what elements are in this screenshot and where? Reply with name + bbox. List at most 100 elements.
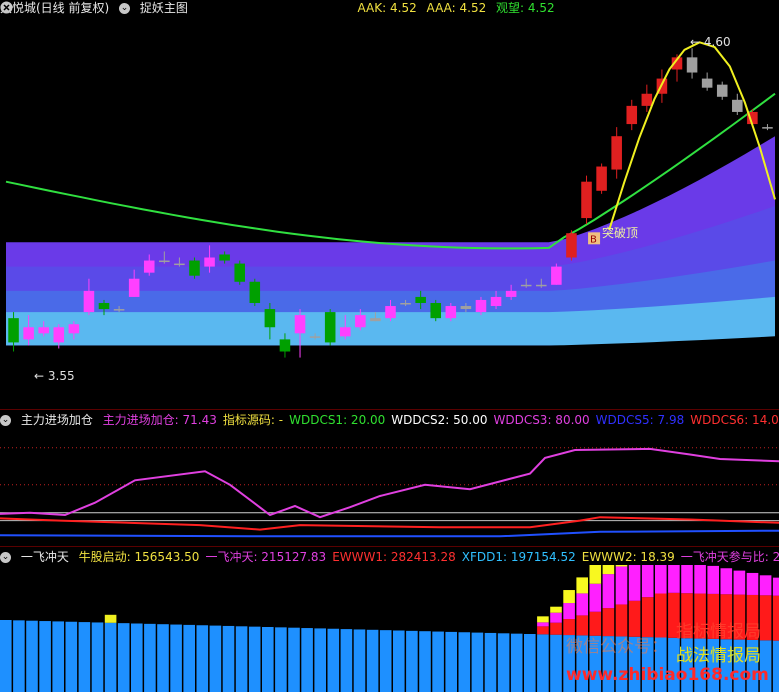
bar-red: [772, 595, 779, 641]
candle-body: [536, 284, 547, 287]
bar-yellow: [550, 606, 562, 613]
candle-body: [219, 254, 230, 261]
candle-body: [143, 260, 155, 273]
panel3-value-1: 一飞冲天: 215127.83: [205, 550, 327, 564]
bar-magenta: [563, 603, 575, 620]
bar-blue: [131, 623, 143, 692]
bar-magenta: [589, 583, 602, 612]
panel3-header: ⌄ 一飞冲天 牛股启动: 156543.50 一飞冲天: 215127.83 EWW…: [0, 549, 779, 565]
candle-body: [611, 136, 622, 170]
close-icon[interactable]: [0, 1, 13, 14]
panel-divider: [0, 546, 779, 547]
candle-body: [68, 324, 80, 334]
bar-blue: [327, 628, 340, 692]
bar-blue: [471, 632, 484, 692]
candle-body: [174, 263, 185, 266]
candle-body: [460, 306, 472, 310]
bar-blue: [484, 632, 497, 692]
candle-body: [566, 233, 577, 258]
signal-mark: B: [590, 234, 597, 245]
candle-body: [430, 302, 442, 319]
bar-magenta: [641, 565, 654, 598]
bar-magenta: [707, 565, 719, 594]
panel3-title[interactable]: 一飞冲天: [21, 550, 69, 564]
bar-red: [655, 593, 667, 638]
watermark-line2: 战法情报局: [676, 646, 761, 666]
bar-blue: [524, 634, 536, 692]
bar-magenta: [772, 577, 779, 596]
candle-body: [204, 257, 215, 267]
bar-yellow: [589, 565, 602, 584]
bar-yellow: [615, 565, 628, 567]
candle-body: [475, 299, 487, 313]
bar-yellow: [563, 590, 575, 604]
bar-blue: [13, 620, 25, 692]
bar-blue: [26, 620, 38, 692]
candle-body: [355, 315, 366, 328]
panel2-value-4: WDDCS3: 80.00: [493, 413, 590, 427]
bar-red: [550, 622, 562, 635]
signal-label: 突破顶: [602, 225, 638, 240]
bar-red: [537, 626, 549, 635]
panel2-value-2: WDDCS1: 20.00: [289, 413, 386, 427]
bar-blue: [248, 626, 261, 692]
candle-body: [626, 105, 638, 125]
bar-blue: [510, 633, 523, 692]
bar-blue: [288, 627, 300, 692]
bar-blue: [340, 629, 353, 692]
panel2-header: ⌄ 主力进场加仓 主力进场加仓: 71.43 指标源码: - WDDCS1: 20.…: [0, 412, 779, 428]
bar-blue: [78, 622, 91, 692]
bar-magenta: [681, 565, 693, 594]
bar-blue: [0, 620, 12, 692]
watermark-line1: 指标情报局: [676, 622, 761, 642]
bar-blue: [196, 625, 209, 692]
candle-body: [279, 339, 291, 352]
collapse-icon[interactable]: ⌄: [0, 552, 11, 563]
bar-blue: [772, 640, 779, 692]
panel-divider: [0, 409, 779, 410]
panel2-value-1: 指标源码: -: [222, 413, 284, 427]
red-line: [0, 516, 779, 531]
magenta-line: [0, 447, 779, 519]
bar-yellow: [576, 577, 588, 594]
main-indicator-name[interactable]: 捉妖主图: [140, 1, 188, 15]
collapse-icon[interactable]: ⌄: [119, 3, 131, 14]
panel2-value-5: WDDCS5: 7.98: [595, 413, 685, 427]
bar-blue: [39, 621, 51, 692]
candle-body: [490, 296, 502, 307]
bar-blue: [445, 631, 457, 692]
panel2-title[interactable]: 主力进场加仓: [21, 413, 93, 427]
bar-magenta: [694, 565, 706, 594]
bar-yellow: [602, 565, 615, 575]
panel2-chart[interactable]: [0, 428, 779, 546]
bar-red: [759, 595, 772, 641]
main-price-chart[interactable]: ← 4.60 ← 3.55 B 突破顶: [0, 16, 779, 409]
bar-blue: [235, 626, 248, 692]
bar-blue: [458, 632, 471, 692]
stock-title[interactable]: 大悦城(日线 前复权): [0, 1, 109, 15]
candle-body: [505, 290, 517, 297]
panel3-value-2: EWWW1: 282413.28: [332, 550, 456, 564]
collapse-icon[interactable]: ⌄: [0, 415, 11, 426]
candle-body: [370, 318, 381, 322]
bar-magenta: [576, 593, 588, 616]
bar-blue: [497, 633, 510, 692]
bar-blue: [91, 622, 104, 692]
price-high-label: ← 4.60: [690, 35, 731, 49]
candle-body: [762, 127, 773, 129]
main-panel-header: 大悦城(日线 前复权) ⌄ 捉妖主图 AAK: 4.52 AAA: 4.52 观…: [0, 0, 779, 16]
bar-blue: [314, 628, 326, 692]
candle-body: [53, 327, 65, 343]
bar-blue: [117, 623, 130, 692]
candle-body: [596, 166, 607, 191]
candle-body: [701, 78, 713, 88]
candle-body: [98, 302, 110, 310]
bar-magenta: [655, 565, 667, 594]
candle-body: [234, 263, 245, 282]
bar-magenta: [602, 574, 615, 609]
panel3-value-4: EWWW2: 18.39: [581, 550, 675, 564]
candle-body: [294, 315, 306, 334]
bar-magenta: [733, 570, 746, 595]
candle-body: [400, 302, 411, 305]
panel2-value-6: WDDCS6: 14.02: [690, 413, 779, 427]
